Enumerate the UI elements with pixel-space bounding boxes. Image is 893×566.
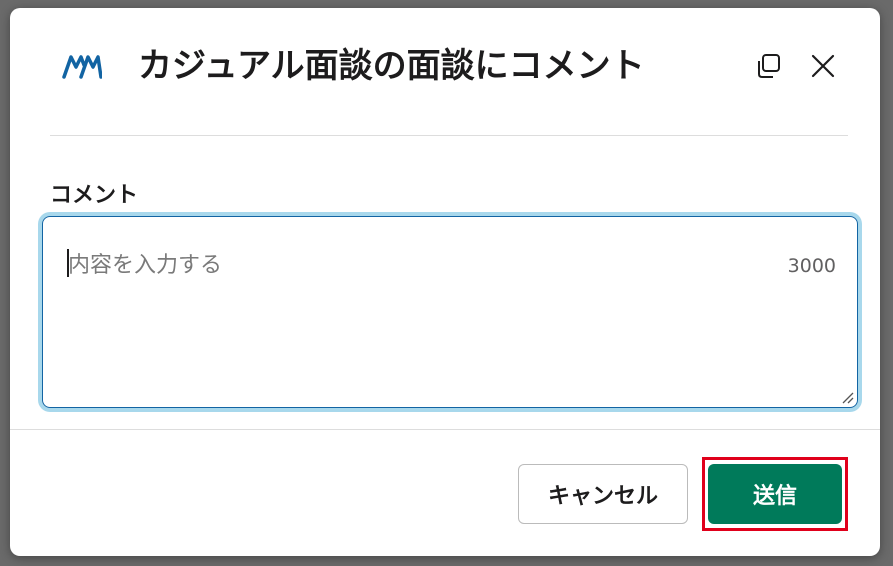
submit-button[interactable]: 送信	[708, 464, 842, 524]
header-divider	[50, 135, 848, 136]
footer-divider	[10, 429, 880, 430]
modal-title: カジュアル面談の面談にコメント	[138, 46, 645, 86]
close-button[interactable]	[807, 50, 839, 82]
comment-field-wrapper: 3000	[42, 216, 858, 408]
cancel-button[interactable]: キャンセル	[518, 464, 688, 524]
comment-label: コメント	[50, 183, 139, 208]
char-count: 3000	[787, 255, 836, 277]
copy-icon	[758, 54, 780, 78]
comment-input[interactable]	[42, 216, 858, 408]
comment-modal: カジュアル面談の面談にコメント コメント 3000 キャンセル 送信	[10, 8, 880, 556]
modal-header: カジュアル面談の面談にコメント	[10, 8, 880, 136]
resize-handle-icon[interactable]	[840, 390, 854, 404]
text-caret	[67, 249, 69, 277]
copy-button[interactable]	[752, 50, 784, 82]
app-logo-icon	[62, 55, 102, 79]
close-icon	[811, 54, 835, 78]
